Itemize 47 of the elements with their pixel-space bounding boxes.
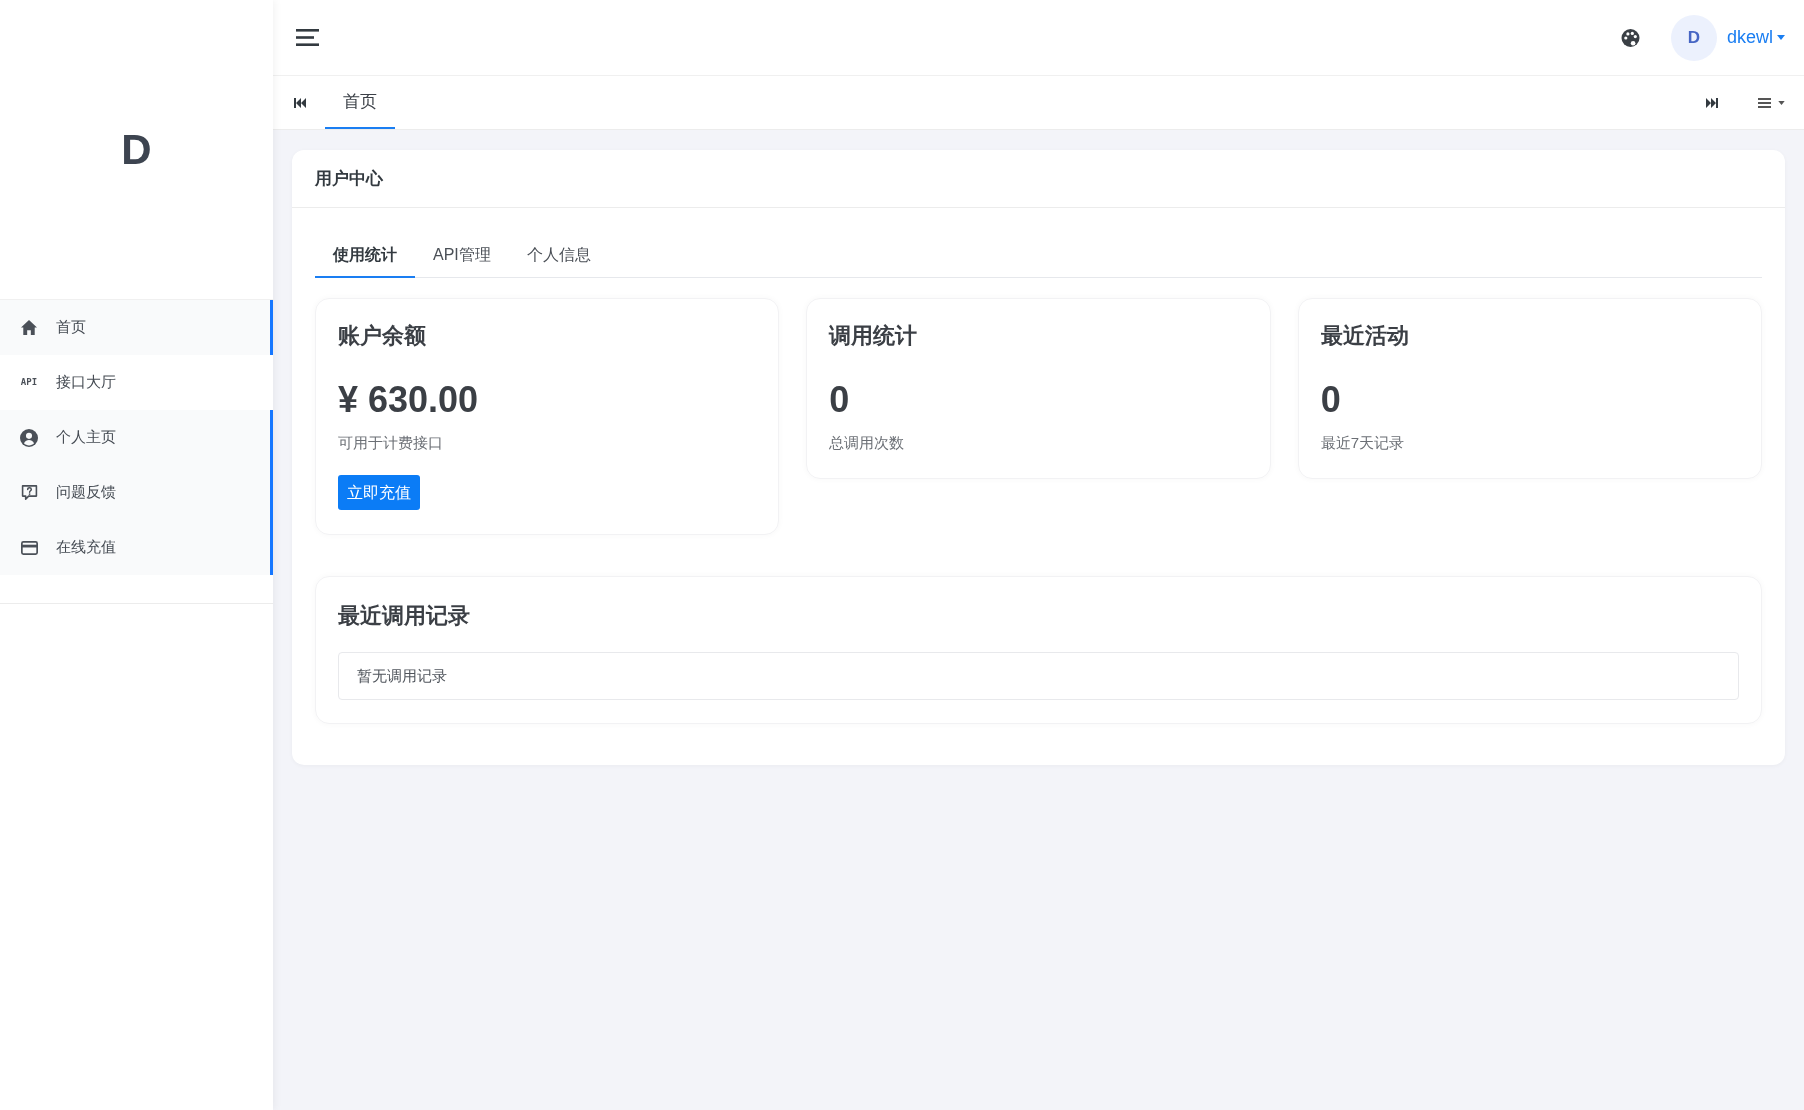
last-tab-button[interactable] (1706, 97, 1718, 108)
panel-tab[interactable]: 使用统计 (315, 234, 415, 278)
page-tab[interactable]: 首页 (325, 76, 395, 129)
avatar-initial: D (1670, 14, 1717, 61)
panel-tab[interactable]: API管理 (415, 234, 509, 278)
sidebar-item[interactable]: API 接口大厅 (0, 355, 273, 410)
panel-tab[interactable]: 个人信息 (508, 234, 609, 278)
sidebar-item[interactable]: 个人主页 (0, 410, 273, 465)
skip-first-icon (294, 97, 306, 108)
theme-button[interactable] (1620, 28, 1640, 47)
stat-value: ¥ 630.00 (338, 378, 480, 422)
caret-down-icon (1778, 100, 1785, 105)
stat-caption: 总调用次数 (829, 433, 906, 453)
user-circle-icon (20, 428, 38, 447)
user-menu-button[interactable]: dkewl (1726, 24, 1785, 51)
skip-last-icon (1706, 97, 1718, 108)
recent-calls-title: 最近调用记录 (338, 602, 471, 630)
caret-down-icon (1777, 35, 1785, 40)
stat-value: 0 (829, 378, 851, 422)
sidebar-item-label: 个人主页 (56, 427, 116, 448)
stat-title: 最近活动 (1320, 322, 1410, 350)
api-text-icon: API (20, 378, 38, 387)
stat-caption: 最近7天记录 (1320, 433, 1405, 453)
palette-icon (1620, 28, 1640, 47)
sidebar-item-label: 首页 (56, 317, 86, 338)
home-icon (21, 320, 37, 335)
stat-value: 0 (1320, 378, 1342, 422)
menu-icon (296, 29, 319, 46)
first-tab-button[interactable] (294, 97, 306, 108)
sidebar-item-label: 问题反馈 (56, 482, 116, 503)
tab-menu-button[interactable] (1758, 97, 1785, 108)
logo-text: D (121, 128, 152, 171)
panel-title: 用户中心 (315, 167, 383, 190)
credit-card-icon (20, 540, 38, 555)
sidebar-item[interactable]: 在线充值 (0, 520, 273, 575)
empty-state-text: 暂无调用记录 (357, 665, 447, 686)
sidebar-item-label: 在线充值 (56, 537, 116, 558)
stat-caption: 可用于计费接口 (338, 433, 444, 453)
stat-title: 调用统计 (829, 322, 919, 350)
menu-toggle-button[interactable] (296, 29, 319, 46)
list-icon (1758, 97, 1771, 108)
question-bubble-icon (20, 484, 38, 501)
recharge-button[interactable]: 立即充值 (338, 475, 420, 510)
stat-title: 账户余额 (338, 322, 427, 350)
sidebar-item[interactable]: 问题反馈 (0, 465, 273, 520)
sidebar-item[interactable]: 首页 (0, 300, 273, 355)
sidebar-item-label: 接口大厅 (56, 372, 116, 393)
